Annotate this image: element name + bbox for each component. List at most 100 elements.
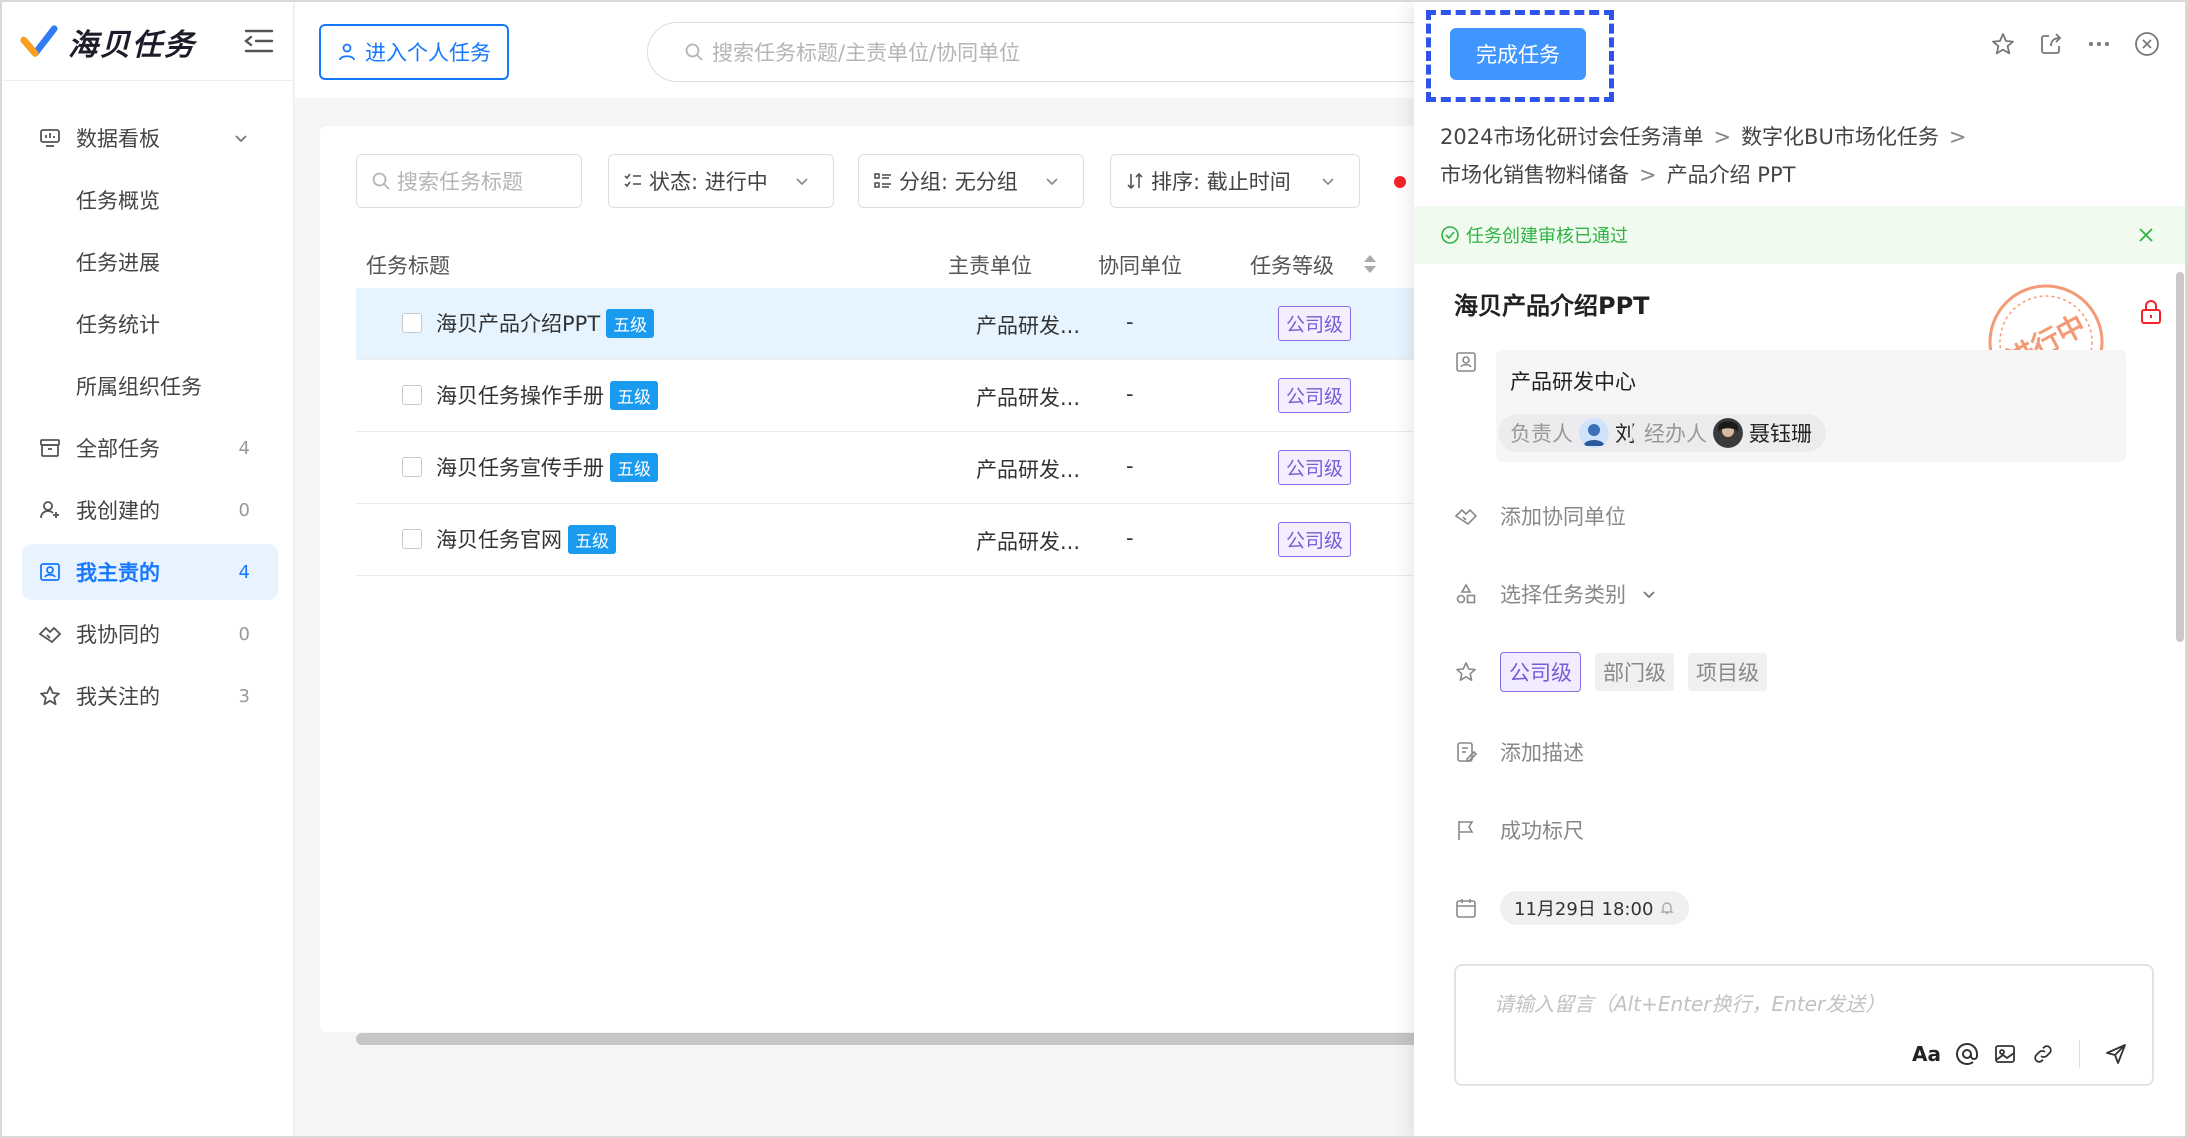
- count-badge: 0: [238, 499, 250, 521]
- close-icon[interactable]: [2133, 30, 2161, 58]
- count-badge: 4: [238, 437, 250, 459]
- task-title[interactable]: 海贝产品介绍PPT: [1454, 286, 1650, 321]
- breadcrumb-item: 产品介绍 PPT: [1666, 163, 1796, 187]
- font-format-button[interactable]: Aa: [1912, 1042, 1941, 1066]
- search-placeholder: 搜索任务标题/主责单位/协同单位: [712, 41, 1021, 65]
- comment-placeholder: 请输入留言（Alt+Enter换行，Enter发送）: [1494, 992, 1886, 1016]
- chevron-down-icon: [1643, 591, 1655, 599]
- row-collab: -: [1126, 310, 1134, 334]
- group-filter-label: 分组: 无分组: [899, 170, 1018, 194]
- category-field[interactable]: 选择任务类别: [1454, 574, 1658, 614]
- due-date-chip[interactable]: 11月29日 18:00: [1500, 891, 1690, 925]
- row-checkbox[interactable]: [402, 457, 422, 477]
- sidebar-item-progress[interactable]: 任务进展: [22, 234, 278, 290]
- search-icon: [372, 172, 390, 190]
- description-field[interactable]: 添加描述: [1454, 732, 1584, 772]
- sidebar-item-collaborating[interactable]: 我协同的 0: [22, 606, 278, 662]
- row-title: 海贝产品介绍PPT 五级: [436, 308, 655, 338]
- breadcrumb-item[interactable]: 市场化销售物料储备: [1440, 163, 1629, 187]
- close-icon[interactable]: [2137, 226, 2155, 244]
- category-icon: [1456, 583, 1476, 604]
- lock-icon[interactable]: [2138, 298, 2164, 326]
- alert-dot[interactable]: [1394, 176, 1406, 188]
- flag-icon: [1458, 821, 1474, 840]
- handler-role: 经办人: [1644, 422, 1707, 446]
- sidebar-item-overview[interactable]: 任务概览: [22, 172, 278, 228]
- dashboard-icon: [40, 129, 60, 147]
- table-row[interactable]: 海贝任务操作手册 五级 产品研发... - 公司级: [356, 360, 1420, 432]
- star-icon: [1456, 662, 1476, 682]
- group-filter[interactable]: 分组: 无分组: [858, 154, 1084, 208]
- category-label: 选择任务类别: [1500, 583, 1626, 607]
- level-field: 公司级 部门级 项目级: [1454, 652, 1781, 692]
- personal-tasks-button[interactable]: 进入个人任务: [319, 24, 509, 80]
- row-checkbox[interactable]: [402, 313, 422, 333]
- archive-icon: [40, 439, 60, 457]
- row-title: 海贝任务操作手册 五级: [436, 380, 658, 410]
- sort-filter-label: 排序: 截止时间: [1151, 170, 1291, 194]
- sidebar-item-followed[interactable]: 我关注的 3: [22, 668, 278, 724]
- row-title: 海贝任务官网 五级: [436, 524, 616, 554]
- sidebar-item-created[interactable]: 我创建的 0: [22, 482, 278, 538]
- vertical-scrollbar[interactable]: [2176, 272, 2184, 642]
- sidebar-item-dashboard[interactable]: 数据看板: [22, 110, 278, 166]
- app-window: 海贝任务 数据看板 任务概览 任务进展 任务统计 所属组织任务 全部任务 4 我…: [0, 0, 2187, 1138]
- image-icon[interactable]: [1993, 1042, 2017, 1066]
- row-checkbox[interactable]: [402, 529, 422, 549]
- collapse-menu-icon[interactable]: [242, 26, 276, 56]
- success-ruler-field[interactable]: 成功标尺: [1454, 810, 1584, 850]
- sidebar-divider: [2, 80, 294, 81]
- count-badge: 3: [238, 685, 250, 707]
- add-collab-field[interactable]: 添加协同单位: [1454, 496, 1626, 536]
- description-label: 添加描述: [1500, 741, 1584, 765]
- status-icon: [624, 173, 641, 188]
- grade-badge: 五级: [568, 524, 616, 554]
- complete-task-button[interactable]: 完成任务: [1450, 28, 1586, 80]
- sidebar-item-statistics[interactable]: 任务统计: [22, 296, 278, 352]
- status-filter[interactable]: 状态: 进行中: [608, 154, 834, 208]
- horizontal-scrollbar[interactable]: [356, 1033, 1420, 1045]
- mention-icon[interactable]: [1955, 1042, 1979, 1066]
- level-tag: 公司级: [1278, 306, 1352, 341]
- global-search-input[interactable]: 搜索任务标题/主责单位/协同单位: [647, 22, 1447, 82]
- column-level[interactable]: 任务等级: [1250, 250, 1334, 280]
- grade-badge: 五级: [610, 452, 658, 482]
- level-option-department[interactable]: 部门级: [1595, 653, 1674, 691]
- sidebar-item-all-tasks[interactable]: 全部任务 4: [22, 420, 278, 476]
- column-collab: 协同单位: [1098, 254, 1182, 278]
- row-checkbox[interactable]: [402, 385, 422, 405]
- toolbar-divider: [2079, 1040, 2080, 1068]
- sidebar-item-org-tasks[interactable]: 所属组织任务: [22, 358, 278, 414]
- send-icon[interactable]: [2104, 1042, 2128, 1066]
- link-icon[interactable]: [2031, 1042, 2055, 1066]
- table-row[interactable]: 海贝产品介绍PPT 五级 产品研发... - 公司级: [356, 288, 1420, 360]
- logo-check-icon: [20, 25, 58, 57]
- row-collab: -: [1126, 382, 1134, 406]
- personal-tasks-label: 进入个人任务: [365, 41, 491, 65]
- level-option-company[interactable]: 公司级: [1500, 652, 1581, 692]
- sort-toggle-icon[interactable]: [1362, 252, 1378, 276]
- breadcrumb-item[interactable]: 数字化BU市场化任务: [1741, 125, 1939, 149]
- chevron-down-icon[interactable]: [232, 129, 250, 147]
- star-icon[interactable]: [1989, 30, 2017, 58]
- comment-input[interactable]: 请输入留言（Alt+Enter换行，Enter发送） Aa: [1454, 964, 2154, 1086]
- sidebar-item-label: 我关注的: [76, 685, 160, 709]
- sidebar-item-responsible[interactable]: 我主责的 4: [22, 544, 278, 600]
- user-add-icon: [40, 501, 59, 519]
- table-row[interactable]: 海贝任务官网 五级 产品研发... - 公司级: [356, 504, 1420, 576]
- avatar: [1713, 418, 1743, 448]
- table-row[interactable]: 海贝任务宣传手册 五级 产品研发... - 公司级: [356, 432, 1420, 504]
- column-title: 任务标题: [366, 254, 450, 278]
- chevron-down-icon: [1322, 178, 1334, 186]
- share-icon[interactable]: [2037, 30, 2065, 58]
- avatar: [1579, 418, 1609, 448]
- badge-icon: [40, 563, 60, 581]
- breadcrumb-item[interactable]: 2024市场化研讨会任务清单: [1440, 125, 1703, 149]
- level-tag: 公司级: [1278, 378, 1352, 413]
- more-icon[interactable]: [2085, 30, 2113, 58]
- sort-filter[interactable]: 排序: 截止时间: [1110, 154, 1360, 208]
- edit-note-icon: [1457, 742, 1478, 762]
- level-option-project[interactable]: 项目级: [1688, 653, 1767, 691]
- task-search-input[interactable]: 搜索任务标题: [356, 154, 582, 208]
- handler-chip[interactable]: 经办人 聂钰珊: [1632, 414, 1826, 452]
